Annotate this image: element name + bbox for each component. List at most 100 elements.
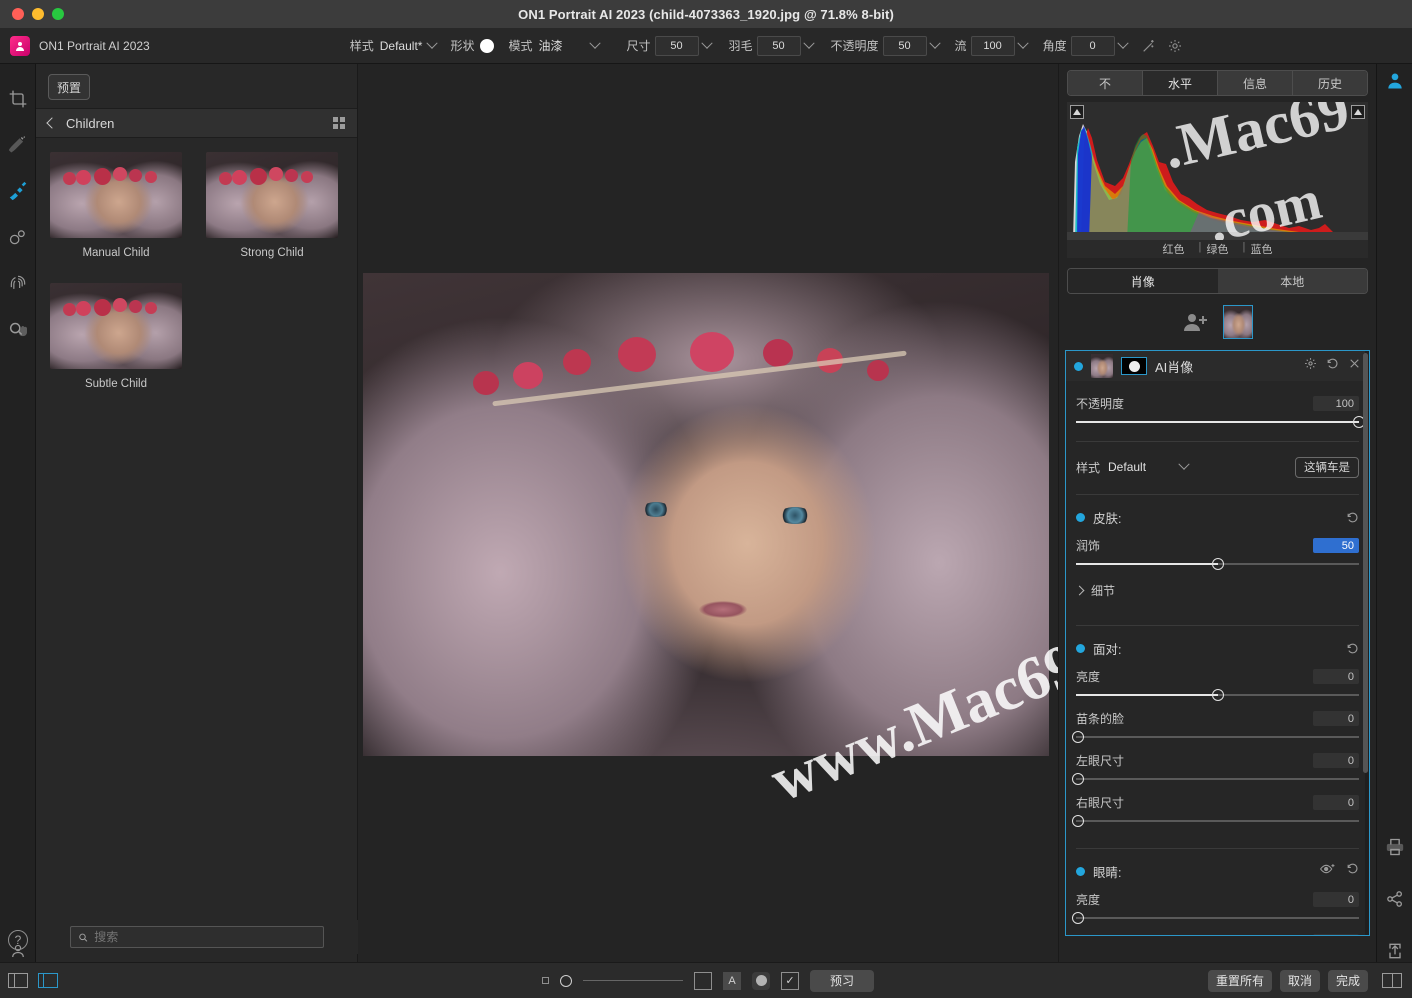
done-button[interactable]: 完成 bbox=[1327, 969, 1368, 992]
slider-knob[interactable] bbox=[1211, 689, 1224, 701]
export-upload-icon[interactable] bbox=[1384, 940, 1406, 962]
slider-left-eye-size[interactable]: 左眼尺寸 0 bbox=[1072, 752, 1359, 786]
split-view-icon[interactable] bbox=[1382, 973, 1402, 988]
add-eye-icon[interactable] bbox=[1319, 862, 1336, 881]
cancel-button[interactable]: 取消 bbox=[1279, 969, 1320, 992]
square-outline-icon[interactable] bbox=[694, 971, 712, 990]
chevron-down-icon[interactable] bbox=[588, 37, 601, 49]
slider-value[interactable]: 0 bbox=[1313, 795, 1359, 810]
mask-chip-icon[interactable] bbox=[1121, 357, 1147, 375]
slider-retouch[interactable]: 润饰 50 bbox=[1076, 537, 1359, 571]
magic-wand-icon[interactable] bbox=[1141, 38, 1157, 54]
legend-red[interactable]: 红色 bbox=[1163, 241, 1185, 257]
section-enable-toggle[interactable] bbox=[1076, 866, 1085, 876]
slider-eye-whitening[interactable]: 美白 20 bbox=[1076, 933, 1359, 935]
check-box-icon[interactable]: ✓ bbox=[781, 971, 799, 990]
slider-knob[interactable] bbox=[1072, 912, 1084, 924]
crop-icon[interactable] bbox=[7, 88, 29, 110]
preset-thumbnail[interactable] bbox=[50, 283, 182, 369]
legend-blue[interactable]: 蓝色 bbox=[1243, 241, 1273, 257]
gear-icon[interactable] bbox=[1167, 38, 1183, 54]
slider-track[interactable] bbox=[1072, 814, 1359, 828]
tab-history[interactable]: 历史 bbox=[1293, 71, 1367, 95]
grid-view-icon[interactable] bbox=[333, 117, 345, 129]
section-enable-toggle[interactable] bbox=[1076, 512, 1085, 522]
chevron-down-icon[interactable] bbox=[426, 37, 439, 49]
maximize-window-button[interactable] bbox=[52, 8, 64, 20]
module-style-row[interactable]: 样式 Default 这辆车是 bbox=[1076, 452, 1359, 482]
tab-portrait[interactable]: 肖像 bbox=[1068, 269, 1218, 293]
tab-levels[interactable]: 水平 bbox=[1143, 71, 1218, 95]
slider-value[interactable]: 20 bbox=[1313, 934, 1359, 935]
reset-arrow-icon[interactable] bbox=[1346, 862, 1359, 880]
close-window-button[interactable] bbox=[12, 8, 24, 20]
text-overlay-icon[interactable]: A bbox=[723, 971, 741, 990]
tab-none[interactable]: 不 bbox=[1068, 71, 1143, 95]
slider-value[interactable]: 0 bbox=[1313, 669, 1359, 684]
histogram[interactable]: .Mac69 .com bbox=[1067, 102, 1368, 240]
minimize-window-button[interactable] bbox=[32, 8, 44, 20]
reset-arrow-icon[interactable] bbox=[1326, 357, 1339, 375]
share-icon[interactable] bbox=[1384, 888, 1406, 910]
tab-info[interactable]: 信息 bbox=[1218, 71, 1293, 95]
brush-shape-control[interactable]: 形状 bbox=[450, 37, 495, 54]
search-box[interactable] bbox=[70, 926, 324, 948]
zoom-slider-knob[interactable] bbox=[560, 974, 572, 987]
slider-knob[interactable] bbox=[1211, 558, 1224, 570]
tab-local[interactable]: 本地 bbox=[1217, 269, 1367, 293]
brush-flow-input[interactable]: 100 bbox=[970, 35, 1015, 56]
panel-scrollbar[interactable] bbox=[1363, 353, 1368, 773]
fingerprint-heal-icon[interactable] bbox=[7, 272, 29, 294]
section-eyes-header[interactable]: 眼睛: bbox=[1076, 859, 1359, 883]
brush-feather-control[interactable]: 羽毛 50 bbox=[729, 35, 815, 56]
chevron-down-icon[interactable] bbox=[928, 37, 941, 49]
brush-angle-input[interactable]: 0 bbox=[1070, 35, 1115, 56]
user-account-icon[interactable] bbox=[1384, 70, 1406, 92]
help-circle-icon[interactable]: ? bbox=[8, 930, 28, 950]
preset-thumbnail[interactable] bbox=[206, 152, 338, 238]
brush-size-input[interactable]: 50 bbox=[654, 35, 699, 56]
slider-track[interactable] bbox=[1076, 415, 1365, 429]
slider-track[interactable] bbox=[1072, 730, 1359, 744]
preset-item[interactable]: Subtle Child bbox=[50, 283, 182, 390]
preset-thumbnail[interactable] bbox=[50, 152, 182, 238]
slider-track[interactable] bbox=[1072, 772, 1359, 786]
style-action-button[interactable]: 这辆车是 bbox=[1295, 456, 1359, 478]
brush-opacity-control[interactable]: 不透明度 50 bbox=[831, 35, 941, 56]
fit-square-icon[interactable] bbox=[542, 977, 549, 984]
right-panel-toggle-icon[interactable] bbox=[38, 973, 58, 988]
image-canvas[interactable]: www.Mac69.com bbox=[358, 64, 1205, 962]
slider-track[interactable] bbox=[1076, 557, 1359, 571]
module-enable-toggle[interactable] bbox=[1074, 361, 1083, 371]
brush-angle-control[interactable]: 角度 0 bbox=[1043, 35, 1129, 56]
slider-value[interactable]: 0 bbox=[1313, 892, 1359, 907]
add-person-icon[interactable] bbox=[1183, 312, 1209, 332]
slider-value[interactable]: 100 bbox=[1313, 396, 1359, 411]
brush-style-control[interactable]: 样式 Default* bbox=[350, 37, 439, 54]
chevron-right-icon[interactable] bbox=[1074, 585, 1085, 595]
zoom-slider-track[interactable] bbox=[583, 979, 683, 982]
chevron-down-icon[interactable] bbox=[1178, 458, 1190, 470]
left-panel-toggle-icon[interactable] bbox=[8, 973, 28, 988]
slider-eye-brightness[interactable]: 亮度 0 bbox=[1072, 891, 1359, 925]
reset-arrow-icon[interactable] bbox=[1346, 511, 1359, 524]
printer-icon[interactable] bbox=[1384, 836, 1406, 858]
brush-feather-input[interactable]: 50 bbox=[756, 35, 801, 56]
bokeh-circles-icon[interactable] bbox=[7, 226, 29, 248]
expander-details[interactable]: 细节 bbox=[1074, 577, 1359, 603]
preset-category-bar[interactable]: Children bbox=[36, 108, 357, 138]
slider-slim-face[interactable]: 苗条的脸 0 bbox=[1072, 710, 1359, 744]
preview-button[interactable]: 预习 bbox=[810, 969, 874, 992]
chevron-down-icon[interactable] bbox=[700, 37, 713, 49]
mask-circle-icon[interactable] bbox=[752, 971, 770, 990]
gear-icon[interactable] bbox=[1304, 357, 1317, 375]
brush-mode-control[interactable]: 模式 油漆 bbox=[508, 37, 601, 54]
zoom-pan-icon[interactable] bbox=[7, 318, 29, 340]
chevron-down-icon[interactable] bbox=[1116, 37, 1129, 49]
face-thumbnail[interactable] bbox=[1222, 305, 1253, 339]
preset-item[interactable]: Strong Child bbox=[206, 152, 338, 259]
slider-value[interactable]: 0 bbox=[1313, 753, 1359, 768]
retouch-brush-icon[interactable] bbox=[7, 134, 29, 156]
module-header[interactable]: AI肖像 bbox=[1066, 351, 1369, 381]
slider-track[interactable] bbox=[1072, 911, 1359, 925]
